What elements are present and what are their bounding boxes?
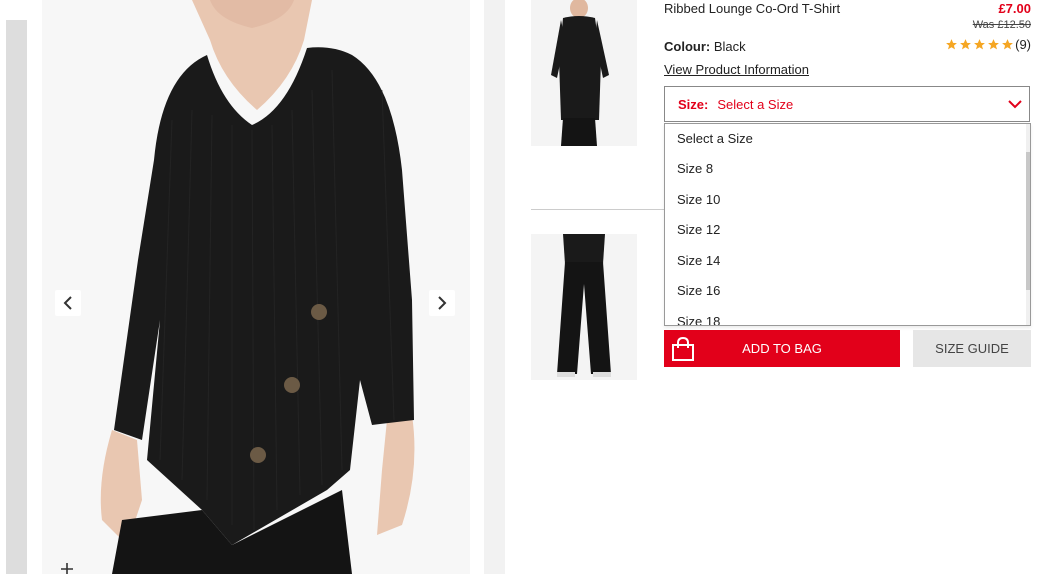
size-label: Size: [678, 96, 709, 112]
size-guide-label: SIZE GUIDE [935, 341, 1009, 356]
chevron-down-icon [1008, 100, 1022, 109]
view-product-information-link[interactable]: View Product Information [664, 62, 809, 77]
thumbnail-image [531, 234, 637, 380]
chevron-left-icon [63, 296, 72, 310]
thumbnail-divider [531, 209, 664, 210]
size-options: Select a Size Size 8 Size 10 Size 12 Size 14… [665, 124, 1030, 325]
chevron-right-icon [438, 296, 447, 310]
add-to-bag-label: ADD TO BAG [742, 341, 822, 356]
product-thumbnail-trousers[interactable] [531, 234, 637, 380]
size-option[interactable]: Size 12 [665, 215, 1030, 246]
rating-count: (9) [1015, 37, 1031, 52]
size-option[interactable]: Size 16 [665, 276, 1030, 307]
model-image [42, 0, 470, 574]
shopping-bag-icon [672, 336, 694, 361]
rating-stars [945, 38, 1014, 51]
product-title: Ribbed Lounge Co-Ord T-Shirt [664, 1, 841, 16]
add-to-bag-button[interactable]: ADD TO BAG [664, 330, 900, 367]
gallery-edge-right [484, 0, 505, 574]
size-option[interactable]: Size 14 [665, 246, 1030, 277]
zoom-button[interactable] [58, 560, 76, 574]
star-icon [974, 39, 986, 50]
product-price: £7.00 [998, 1, 1031, 16]
size-option[interactable]: Size 10 [665, 185, 1030, 216]
main-product-image [42, 0, 470, 574]
star-icon [960, 39, 972, 50]
prev-image-button[interactable] [55, 290, 81, 316]
was-price: Was £12.50 [972, 19, 1031, 31]
colour-label: Colour: [664, 39, 711, 54]
dropdown-scrollbar-thumb[interactable] [1026, 152, 1030, 290]
product-rating[interactable]: (9) [945, 37, 1031, 52]
gallery-edge-left [6, 20, 27, 574]
size-option[interactable]: Size 18 [665, 307, 1030, 325]
size-option[interactable]: Size 8 [665, 154, 1030, 185]
size-selected-value: Select a Size [717, 96, 794, 112]
product-thumbnail-tshirt[interactable] [531, 0, 637, 146]
plus-icon [61, 563, 73, 574]
colour-value: Black [713, 39, 746, 54]
size-option[interactable]: Select a Size [665, 124, 1030, 154]
star-icon [1002, 39, 1014, 50]
star-icon [988, 39, 1000, 50]
star-icon [946, 39, 958, 50]
next-image-button[interactable] [429, 290, 455, 316]
size-select[interactable]: Size: Select a Size [664, 86, 1030, 122]
thumbnail-image [531, 0, 637, 146]
colour-row: Colour: Black [664, 39, 746, 54]
size-guide-button[interactable]: SIZE GUIDE [913, 330, 1031, 367]
size-dropdown-list[interactable]: Select a Size Size 8 Size 10 Size 12 Size 14… [664, 123, 1031, 326]
